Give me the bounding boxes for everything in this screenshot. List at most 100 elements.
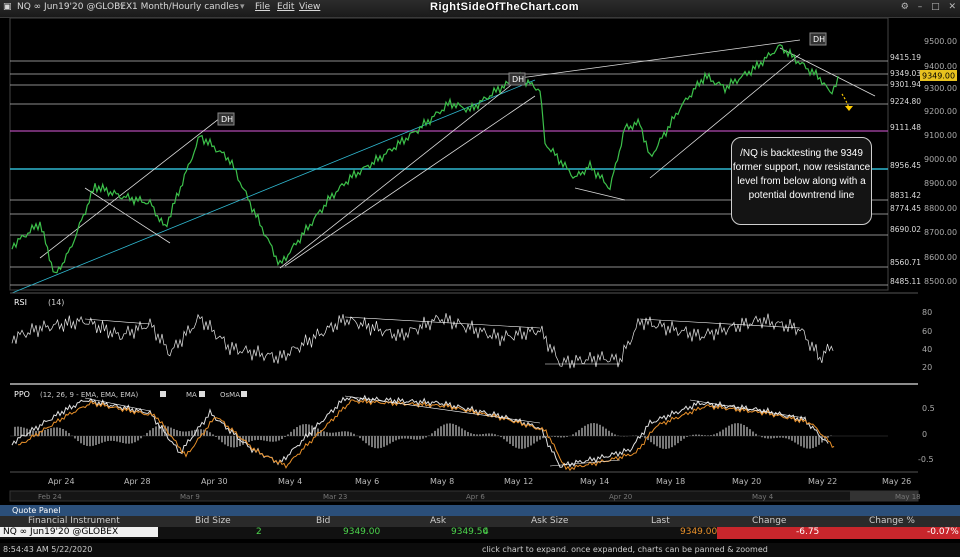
col-change-pct[interactable]: Change % — [869, 516, 915, 526]
histogram-bar — [539, 436, 541, 440]
histogram-bar — [524, 436, 526, 449]
maximize-icon[interactable]: □ — [931, 2, 940, 12]
histogram-bar — [50, 428, 52, 436]
symbol-selector[interactable]: NQ ∞ Jun19'20 @GLOBEX — [17, 2, 132, 12]
histogram-bar — [695, 434, 697, 436]
symbol-dropdown-icon[interactable]: ▾ — [120, 2, 125, 12]
ppo-ma-label: MA — [186, 391, 197, 399]
histogram-bar — [803, 436, 805, 448]
cell-bid-size: 2 — [256, 527, 262, 537]
checkbox-icon[interactable] — [199, 391, 205, 397]
dh-label-text: DH — [512, 75, 524, 84]
status-time: 8:54:43 AM 5/22/2020 — [3, 545, 93, 554]
histogram-bar — [368, 436, 370, 446]
histogram-bar — [656, 436, 658, 447]
histogram-bar — [662, 436, 664, 449]
histogram-bar — [113, 436, 115, 441]
col-change[interactable]: Change — [752, 516, 786, 526]
time-tick: May 26 — [882, 477, 911, 486]
histogram-bar — [467, 431, 469, 436]
quote-row[interactable]: NQ ∞ Jun19'20 @GLOBEX 2 9349.00 9349.50 … — [0, 527, 960, 539]
histogram-bar — [476, 434, 478, 436]
level-label: 9111.48 — [890, 123, 921, 132]
histogram-bar — [614, 434, 616, 436]
rsi-tick: 40 — [922, 345, 932, 354]
histogram-bar — [197, 429, 199, 436]
histogram-bar — [278, 436, 280, 441]
histogram-bar — [422, 436, 424, 439]
navigator-tick: May 4 — [752, 493, 774, 501]
app-icon: ▣ — [3, 2, 12, 12]
interval-selector[interactable]: 1 Month/Hourly candles — [132, 2, 239, 12]
histogram-bar — [104, 436, 106, 442]
close-icon[interactable]: ✕ — [948, 2, 956, 12]
histogram-bar — [581, 427, 583, 436]
navigator-tick: Apr 20 — [609, 493, 632, 501]
ppo-label: PPO — [14, 390, 30, 399]
menu-file[interactable]: File — [255, 2, 270, 12]
interval-dropdown-icon[interactable]: ▾ — [240, 2, 245, 12]
title-bar: ▣ NQ ∞ Jun19'20 @GLOBEX ▾ 1 Month/Hourly… — [0, 0, 960, 18]
navigator-tick: Feb 24 — [38, 493, 62, 501]
col-instrument[interactable]: Financial Instrument — [28, 516, 120, 526]
time-tick: Apr 30 — [201, 477, 228, 486]
minimize-icon[interactable]: – — [918, 2, 923, 12]
histogram-bar — [344, 431, 346, 436]
cell-instrument: NQ ∞ Jun19'20 @GLOBEX — [0, 527, 158, 537]
histogram-bar — [434, 430, 436, 436]
col-ask-size[interactable]: Ask Size — [531, 516, 568, 526]
histogram-bar — [506, 436, 508, 442]
histogram-bar — [575, 432, 577, 436]
histogram-bar — [47, 428, 49, 436]
chart-background — [0, 18, 960, 505]
histogram-bar — [173, 428, 175, 436]
histogram-bar — [470, 433, 472, 436]
menu-view[interactable]: View — [299, 2, 320, 12]
histogram-bar — [599, 424, 601, 436]
window-controls: ⚙ – □ ✕ — [895, 2, 956, 12]
time-tick: May 22 — [808, 477, 837, 486]
level-label: 8485.11 — [890, 277, 921, 286]
col-bid-size[interactable]: Bid Size — [195, 516, 231, 526]
histogram-bar — [590, 423, 592, 436]
checkbox-icon[interactable] — [241, 391, 247, 397]
histogram-bar — [818, 436, 820, 445]
chart-canvas[interactable]: DH DH DH 9500.00 9400.00 9300.00 9200.00… — [0, 18, 960, 505]
checkbox-icon[interactable] — [160, 391, 166, 397]
histogram-bar — [74, 436, 76, 439]
histogram-bar — [479, 434, 481, 436]
col-last[interactable]: Last — [651, 516, 670, 526]
rsi-tick: 20 — [922, 363, 932, 372]
settings-icon[interactable]: ⚙ — [901, 2, 909, 12]
histogram-bar — [512, 436, 514, 447]
histogram-bar — [413, 436, 415, 440]
time-tick: Apr 28 — [124, 477, 151, 486]
price-tick: 8700.00 — [924, 228, 957, 237]
histogram-bar — [533, 436, 535, 444]
col-ask[interactable]: Ask — [430, 516, 446, 526]
histogram-bar — [563, 436, 565, 438]
histogram-bar — [98, 436, 100, 444]
histogram-bar — [116, 436, 118, 442]
col-bid[interactable]: Bid — [316, 516, 330, 526]
navigator-bar[interactable]: Feb 24 Mar 9 Mar 23 Apr 6 Apr 20 May 4 M… — [9, 490, 921, 502]
price-tick: 9300.00 — [924, 84, 957, 93]
histogram-bar — [146, 432, 148, 436]
histogram-bar — [515, 436, 517, 448]
histogram-bar — [521, 436, 523, 449]
histogram-bar — [461, 428, 463, 436]
ppo-tick: 0.5 — [922, 404, 935, 413]
histogram-bar — [740, 423, 742, 436]
navigator-tick: Mar 23 — [323, 493, 347, 501]
menu-edit[interactable]: Edit — [277, 2, 294, 12]
histogram-bar — [596, 423, 598, 436]
level-label: 8560.71 — [890, 258, 921, 267]
histogram-bar — [677, 436, 679, 444]
histogram-bar — [398, 436, 400, 440]
histogram-bar — [185, 431, 187, 436]
status-bar: 8:54:43 AM 5/22/2020 click chart to expa… — [0, 543, 960, 557]
histogram-bar — [233, 436, 235, 448]
quote-panel-header[interactable]: Quote Panel — [0, 505, 960, 516]
navigator-track[interactable] — [9, 490, 919, 502]
histogram-bar — [326, 432, 328, 436]
